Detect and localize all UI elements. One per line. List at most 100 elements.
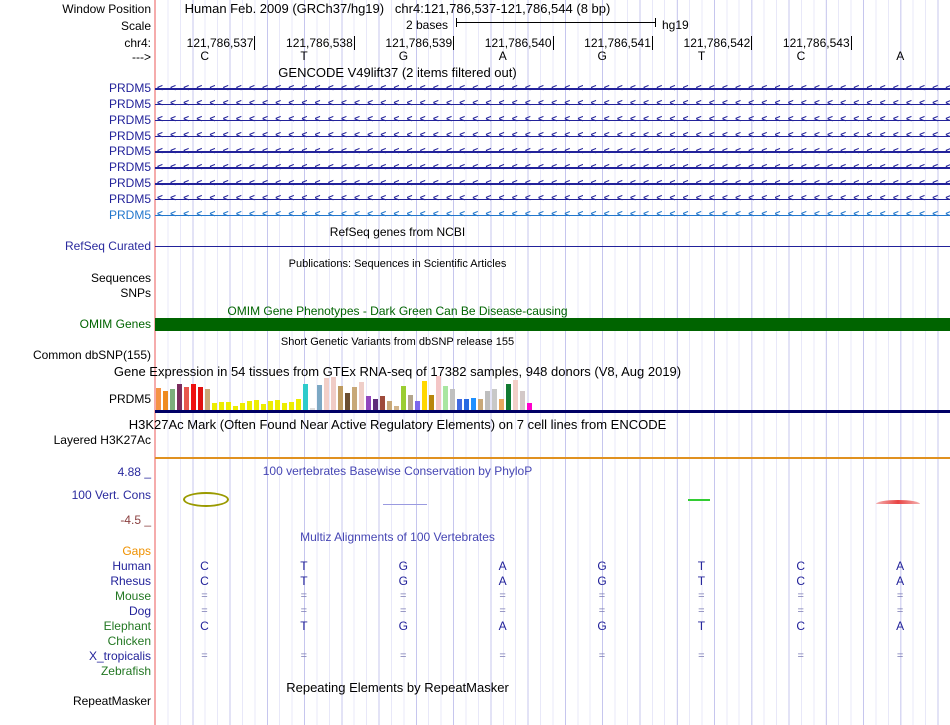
gtex-tissue-bar[interactable] (247, 401, 252, 410)
gtex-tissue-bar[interactable] (506, 384, 511, 410)
gtex-tissue-bar[interactable] (170, 389, 175, 410)
gtex-tissue-bar[interactable] (219, 402, 224, 410)
gtex-tissue-bar[interactable] (345, 393, 350, 410)
gtex-tissue-bar[interactable] (443, 386, 448, 410)
gtex-tissue-bar[interactable] (352, 387, 357, 410)
refseq-curated-label[interactable]: RefSeq Curated (0, 240, 151, 253)
gtex-tissue-bar[interactable] (478, 399, 483, 410)
sequence-base: C (155, 50, 254, 63)
sequences-label[interactable]: Sequences (0, 272, 151, 285)
conservation-label[interactable]: 100 Vert. Cons (0, 489, 151, 502)
gtex-gene-label[interactable]: PRDM5 (0, 393, 151, 406)
transcript-row[interactable]: <<<<<<<<<<<<<<<<<<<<<<<<<<<<<<<<<<<<<<<<… (155, 160, 950, 176)
alignment-base: T (652, 559, 751, 574)
gtex-tissue-bar[interactable] (429, 395, 434, 410)
species-label[interactable]: Human (0, 560, 151, 573)
gtex-tissue-bar[interactable] (268, 401, 273, 410)
gene-label[interactable]: PRDM5 (0, 82, 151, 95)
gtex-tissue-bar[interactable] (303, 384, 308, 410)
gtex-tissue-bar[interactable] (289, 402, 294, 410)
gtex-tissue-bar[interactable] (324, 378, 329, 410)
gene-label[interactable]: PRDM5 (0, 209, 151, 222)
gtex-tissue-bar[interactable] (520, 391, 525, 410)
gtex-tissue-bar[interactable] (492, 389, 497, 410)
gtex-tissue-bar[interactable] (331, 377, 336, 410)
omim-gene-bar[interactable] (155, 318, 950, 331)
species-label[interactable]: Elephant (0, 620, 151, 633)
transcript-row[interactable]: <<<<<<<<<<<<<<<<<<<<<<<<<<<<<<<<<<<<<<<<… (155, 207, 950, 223)
gtex-tissue-bar[interactable] (380, 396, 385, 410)
gtex-tissue-bar[interactable] (373, 399, 378, 410)
gtex-tissue-bar[interactable] (317, 385, 322, 410)
gene-label[interactable]: PRDM5 (0, 130, 151, 143)
gtex-tissue-bar[interactable] (513, 380, 518, 410)
transcript-row[interactable]: <<<<<<<<<<<<<<<<<<<<<<<<<<<<<<<<<<<<<<<<… (155, 144, 950, 160)
gene-label[interactable]: PRDM5 (0, 193, 151, 206)
species-label[interactable]: Rhesus (0, 575, 151, 588)
gtex-tissue-bar[interactable] (198, 387, 203, 410)
gtex-tissue-bar[interactable] (184, 387, 189, 410)
gtex-tissue-bar[interactable] (366, 396, 371, 410)
gtex-tissue-bar[interactable] (450, 389, 455, 410)
gene-label[interactable]: PRDM5 (0, 145, 151, 158)
alignment-row (155, 664, 950, 679)
gtex-tissue-bar[interactable] (275, 400, 280, 410)
refseq-gene-line[interactable] (155, 246, 950, 248)
gtex-tissue-bar[interactable] (226, 402, 231, 410)
gtex-tissue-bar[interactable] (415, 401, 420, 410)
gtex-tissue-bar[interactable] (156, 388, 161, 410)
gtex-tissue-bar[interactable] (457, 399, 462, 410)
alignment-base: T (652, 619, 751, 634)
gene-label[interactable]: PRDM5 (0, 98, 151, 111)
gtex-tissue-bar[interactable] (191, 384, 196, 410)
gene-label[interactable]: PRDM5 (0, 177, 151, 190)
species-label[interactable]: Zebrafish (0, 665, 151, 678)
gtex-tissue-bar[interactable] (282, 403, 287, 410)
transcript-row[interactable]: <<<<<<<<<<<<<<<<<<<<<<<<<<<<<<<<<<<<<<<<… (155, 81, 950, 97)
h3k27ac-label[interactable]: Layered H3K27Ac (0, 434, 151, 447)
gtex-tissue-bar[interactable] (296, 399, 301, 410)
species-label[interactable]: Gaps (0, 545, 151, 558)
publications-track-title: Publications: Sequences in Scientific Ar… (0, 258, 795, 270)
transcript-row[interactable]: <<<<<<<<<<<<<<<<<<<<<<<<<<<<<<<<<<<<<<<<… (155, 191, 950, 207)
dbsnp-label[interactable]: Common dbSNP(155) (0, 349, 151, 362)
gene-label[interactable]: PRDM5 (0, 161, 151, 174)
alignment-base: = (751, 589, 850, 604)
gtex-tissue-bar[interactable] (471, 398, 476, 410)
snps-label[interactable]: SNPs (0, 287, 151, 300)
gtex-tissue-bar[interactable] (527, 403, 532, 410)
gtex-tissue-bar[interactable] (254, 400, 259, 410)
gtex-tissue-bar[interactable] (177, 384, 182, 410)
gtex-tissue-bar[interactable] (163, 391, 168, 410)
species-label[interactable]: X_tropicalis (0, 650, 151, 663)
transcript-row[interactable]: <<<<<<<<<<<<<<<<<<<<<<<<<<<<<<<<<<<<<<<<… (155, 112, 950, 128)
omim-genes-label[interactable]: OMIM Genes (0, 318, 151, 331)
transcript-strand-arrows: <<<<<<<<<<<<<<<<<<<<<<<<<<<<<<<<<<<<<<<<… (157, 96, 950, 112)
gtex-tissue-bar[interactable] (408, 395, 413, 410)
gtex-tissue-bar[interactable] (338, 386, 343, 410)
gtex-baseline (155, 410, 950, 413)
gtex-tissue-bar[interactable] (401, 386, 406, 410)
transcript-row[interactable]: <<<<<<<<<<<<<<<<<<<<<<<<<<<<<<<<<<<<<<<<… (155, 176, 950, 192)
gtex-tissue-bar[interactable] (436, 376, 441, 410)
repeatmasker-track-title: Repeating Elements by RepeatMasker (0, 681, 795, 695)
transcript-strand-arrows: <<<<<<<<<<<<<<<<<<<<<<<<<<<<<<<<<<<<<<<<… (157, 207, 950, 223)
gtex-tissue-bar[interactable] (464, 399, 469, 410)
species-label[interactable]: Chicken (0, 635, 151, 648)
gtex-tissue-bar[interactable] (359, 382, 364, 410)
gtex-tissue-bar[interactable] (240, 403, 245, 410)
gtex-tissue-bar[interactable] (205, 389, 210, 410)
alignment-base: = (254, 604, 353, 619)
gene-label[interactable]: PRDM5 (0, 114, 151, 127)
gtex-tissue-bar[interactable] (499, 399, 504, 410)
gtex-tissue-bar[interactable] (212, 403, 217, 410)
gtex-tissue-bar[interactable] (387, 401, 392, 410)
gtex-tissue-bar[interactable] (422, 381, 427, 410)
gtex-tissue-bar[interactable] (485, 391, 490, 410)
gtex-bar-chart[interactable] (155, 375, 950, 410)
species-label[interactable]: Mouse (0, 590, 151, 603)
species-label[interactable]: Dog (0, 605, 151, 618)
transcript-row[interactable]: <<<<<<<<<<<<<<<<<<<<<<<<<<<<<<<<<<<<<<<<… (155, 128, 950, 144)
repeatmasker-label[interactable]: RepeatMasker (0, 695, 151, 708)
transcript-row[interactable]: <<<<<<<<<<<<<<<<<<<<<<<<<<<<<<<<<<<<<<<<… (155, 96, 950, 112)
